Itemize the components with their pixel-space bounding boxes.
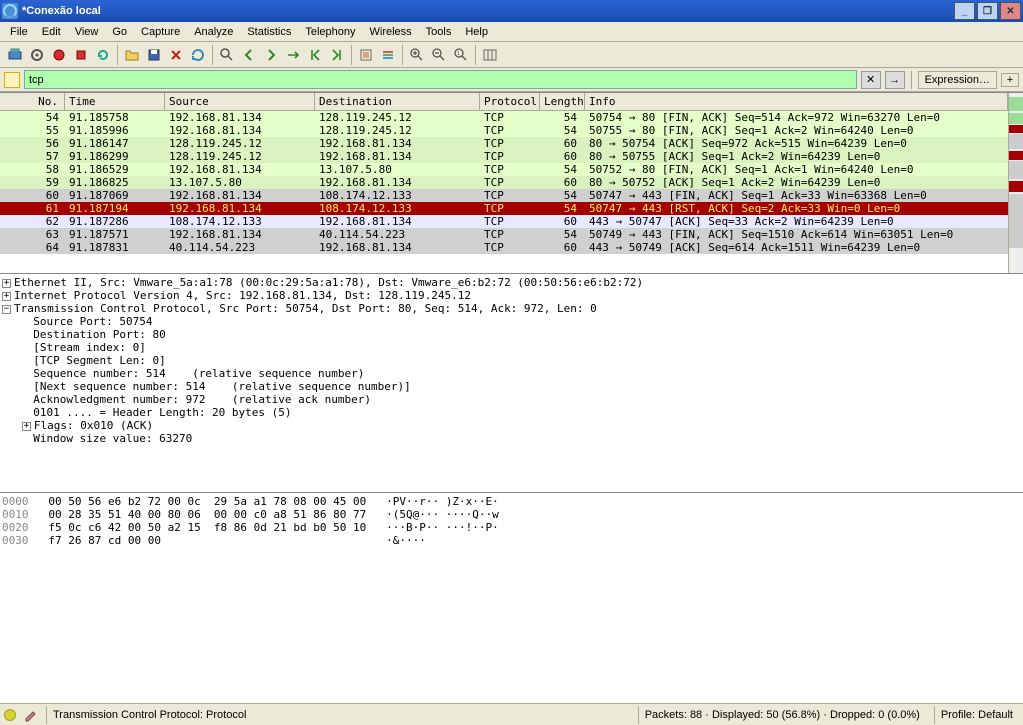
detail-window: Window size value: 63270	[33, 432, 192, 445]
restore-button[interactable]: ❐	[977, 2, 998, 20]
add-filter-button[interactable]: +	[1001, 73, 1019, 87]
options-icon[interactable]	[26, 44, 48, 66]
column-headers: No. Time Source Destination Protocol Len…	[0, 93, 1008, 111]
open-file-icon[interactable]	[121, 44, 143, 66]
packet-bytes-pane[interactable]: 0000 00 50 56 e6 b2 72 00 0c 29 5a a1 78…	[0, 493, 1023, 703]
hex-line: 0010 00 28 35 51 40 00 80 06 00 00 c0 a8…	[2, 508, 1021, 521]
detail-line: Sequence number: 514 (relative sequence …	[33, 367, 364, 380]
expand-icon[interactable]: +	[22, 422, 31, 431]
menu-file[interactable]: File	[4, 24, 34, 40]
packet-row[interactable]: 6091.187069192.168.81.134108.174.12.133T…	[0, 189, 1008, 202]
packet-details-pane[interactable]: +Ethernet II, Src: Vmware_5a:a1:78 (00:0…	[0, 274, 1023, 493]
packet-rows[interactable]: 5491.185758192.168.81.134128.119.245.12T…	[0, 111, 1008, 254]
detail-line: Source Port: 50754	[33, 315, 152, 328]
packet-row[interactable]: 6291.187286108.174.12.133192.168.81.134T…	[0, 215, 1008, 228]
clear-filter-button[interactable]: ✕	[861, 71, 881, 89]
autoscroll-icon[interactable]	[355, 44, 377, 66]
save-file-icon[interactable]	[143, 44, 165, 66]
minimize-button[interactable]: _	[954, 2, 975, 20]
packet-row[interactable]: 5491.185758192.168.81.134128.119.245.12T…	[0, 111, 1008, 124]
col-protocol[interactable]: Protocol	[480, 93, 540, 110]
collapse-icon[interactable]: −	[2, 305, 11, 314]
packet-row[interactable]: 5691.186147128.119.245.12192.168.81.134T…	[0, 137, 1008, 150]
detail-ethernet: Ethernet II, Src: Vmware_5a:a1:78 (00:0c…	[14, 276, 643, 289]
window-title: *Conexão local	[22, 5, 954, 17]
zoom-in-icon[interactable]	[406, 44, 428, 66]
packet-minimap[interactable]	[1008, 93, 1023, 273]
status-context: Transmission Control Protocol: Protocol	[46, 706, 252, 724]
close-button[interactable]: ✕	[1000, 2, 1021, 20]
hex-line: 0000 00 50 56 e6 b2 72 00 0c 29 5a a1 78…	[2, 495, 1021, 508]
packet-row[interactable]: 6491.18783140.114.54.223192.168.81.134TC…	[0, 241, 1008, 254]
hex-line: 0020 f5 0c c6 42 00 50 a2 15 f8 86 0d 21…	[2, 521, 1021, 534]
packet-row[interactable]: 5791.186299128.119.245.12192.168.81.134T…	[0, 150, 1008, 163]
go-to-packet-icon[interactable]	[282, 44, 304, 66]
col-length[interactable]: Length	[540, 93, 585, 110]
menu-statistics[interactable]: Statistics	[241, 24, 297, 40]
app-icon	[2, 3, 18, 19]
zoom-reset-icon[interactable]: 1	[450, 44, 472, 66]
expand-icon[interactable]: +	[2, 279, 11, 288]
detail-line: Destination Port: 80	[33, 328, 165, 341]
filter-bar: ✕ → Expression… +	[0, 68, 1023, 92]
bookmark-icon[interactable]	[4, 72, 20, 88]
go-forward-icon[interactable]	[260, 44, 282, 66]
col-time[interactable]: Time	[65, 93, 165, 110]
go-last-icon[interactable]	[326, 44, 348, 66]
resize-columns-icon[interactable]	[479, 44, 501, 66]
reload-icon[interactable]	[187, 44, 209, 66]
colorize-icon[interactable]	[377, 44, 399, 66]
display-filter-input[interactable]	[24, 70, 857, 89]
packet-row[interactable]: 6191.187194192.168.81.134108.174.12.133T…	[0, 202, 1008, 215]
menu-capture[interactable]: Capture	[135, 24, 186, 40]
packet-row[interactable]: 5891.186529192.168.81.13413.107.5.80TCP5…	[0, 163, 1008, 176]
statusbar: Transmission Control Protocol: Protocol …	[0, 703, 1023, 725]
interfaces-icon[interactable]	[4, 44, 26, 66]
status-profile[interactable]: Profile: Default	[934, 706, 1019, 724]
detail-tcp: Transmission Control Protocol, Src Port:…	[14, 302, 597, 315]
menu-wireless[interactable]: Wireless	[364, 24, 418, 40]
titlebar: *Conexão local _ ❐ ✕	[0, 0, 1023, 22]
restart-capture-icon[interactable]	[92, 44, 114, 66]
expand-icon[interactable]: +	[2, 292, 11, 301]
menu-go[interactable]: Go	[106, 24, 133, 40]
menubar: File Edit View Go Capture Analyze Statis…	[0, 22, 1023, 42]
status-packets: Packets: 88 · Displayed: 50 (56.8%) · Dr…	[638, 706, 926, 724]
menu-edit[interactable]: Edit	[36, 24, 67, 40]
menu-help[interactable]: Help	[459, 24, 494, 40]
col-source[interactable]: Source	[165, 93, 315, 110]
expert-info-icon[interactable]	[4, 709, 16, 721]
packet-row[interactable]: 6391.187571192.168.81.13440.114.54.223TC…	[0, 228, 1008, 241]
zoom-out-icon[interactable]	[428, 44, 450, 66]
menu-view[interactable]: View	[69, 24, 105, 40]
svg-text:1: 1	[457, 51, 460, 57]
go-first-icon[interactable]	[304, 44, 326, 66]
col-no[interactable]: No.	[0, 93, 65, 110]
stop-capture-icon[interactable]	[70, 44, 92, 66]
detail-line: [TCP Segment Len: 0]	[33, 354, 165, 367]
col-destination[interactable]: Destination	[315, 93, 480, 110]
expression-button[interactable]: Expression…	[918, 71, 997, 89]
hex-line: 0030 f7 26 87 cd 00 00 ·&····	[2, 534, 1021, 547]
detail-flags: Flags: 0x010 (ACK)	[34, 419, 153, 432]
toolbar: 1	[0, 42, 1023, 68]
col-info[interactable]: Info	[585, 93, 1008, 110]
edit-icon[interactable]	[24, 708, 38, 722]
detail-line: 0101 .... = Header Length: 20 bytes (5)	[33, 406, 291, 419]
detail-line: [Stream index: 0]	[33, 341, 146, 354]
apply-filter-button[interactable]: →	[885, 71, 905, 89]
detail-line: Acknowledgment number: 972 (relative ack…	[33, 393, 371, 406]
packet-row[interactable]: 5591.185996192.168.81.134128.119.245.12T…	[0, 124, 1008, 137]
go-back-icon[interactable]	[238, 44, 260, 66]
menu-telephony[interactable]: Telephony	[299, 24, 361, 40]
close-file-icon[interactable]	[165, 44, 187, 66]
packet-list-pane: No. Time Source Destination Protocol Len…	[0, 92, 1023, 274]
menu-tools[interactable]: Tools	[420, 24, 458, 40]
packet-row[interactable]: 5991.18682513.107.5.80192.168.81.134TCP6…	[0, 176, 1008, 189]
detail-ip: Internet Protocol Version 4, Src: 192.16…	[14, 289, 471, 302]
detail-line: [Next sequence number: 514 (relative seq…	[33, 380, 411, 393]
find-icon[interactable]	[216, 44, 238, 66]
menu-analyze[interactable]: Analyze	[188, 24, 239, 40]
start-capture-icon[interactable]	[48, 44, 70, 66]
